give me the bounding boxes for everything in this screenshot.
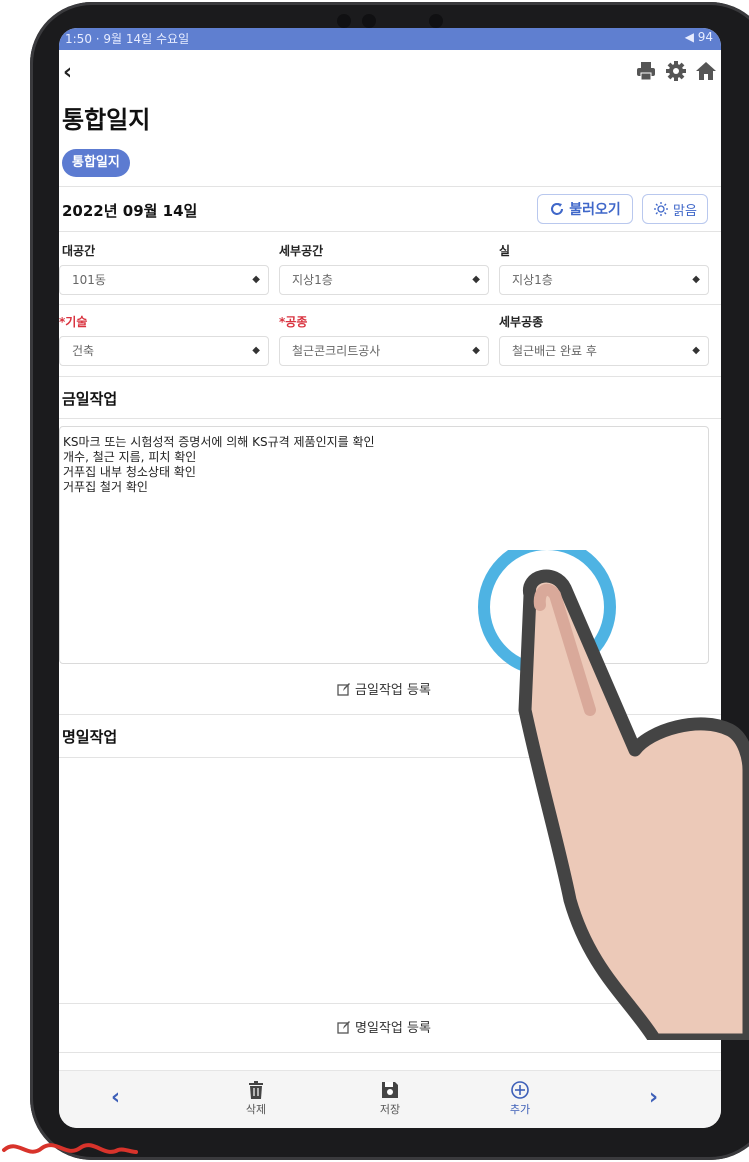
divider <box>59 1052 721 1053</box>
back-button[interactable]: ‹ <box>63 60 72 85</box>
label-room: 실 <box>499 244 511 258</box>
status-time: 1:50 · 9월 14일 수요일 <box>65 32 190 46</box>
room-select[interactable]: 지상1층 ◆ <box>499 265 709 295</box>
camera-dot <box>429 14 443 28</box>
prev-button[interactable]: ‹ <box>111 1085 120 1110</box>
plus-circle-icon <box>511 1081 529 1099</box>
today-work-line: 개수, 철근 지름, 피치 확인 <box>63 450 197 464</box>
tap-gesture-hand <box>478 550 749 1040</box>
divider <box>59 186 721 187</box>
label-sub-space: 세부공간 <box>279 244 324 258</box>
status-bar: 1:50 · 9월 14일 수요일 ◀ 94 <box>59 28 721 50</box>
sub-work-type-select[interactable]: 철근배근 완료 후 ◆ <box>499 336 709 366</box>
divider <box>59 376 721 377</box>
status-indicators: ◀ 94 <box>684 30 713 44</box>
print-icon[interactable] <box>635 60 657 82</box>
category-chip[interactable]: 통합일지 <box>62 149 130 177</box>
gear-icon[interactable] <box>665 60 687 82</box>
today-work-line: 거푸집 내부 청소상태 확인 <box>63 465 196 479</box>
weather-button[interactable]: 맑음 <box>642 194 708 224</box>
label-technology: *기술 <box>59 315 88 329</box>
today-work-line: KS마크 또는 시험성적 증명서에 의해 KS규격 제품인지를 확인 <box>63 435 375 449</box>
label-sub-work-type: 세부공종 <box>499 315 544 329</box>
delete-button[interactable]: 삭제 <box>226 1079 286 1117</box>
sub-space-select[interactable]: 지상1층 ◆ <box>279 265 489 295</box>
register-today-work-label: 금일작업 등록 <box>355 683 431 698</box>
save-button[interactable]: 저장 <box>360 1079 420 1117</box>
edit-icon <box>337 683 351 696</box>
sun-icon <box>654 202 669 216</box>
today-work-title: 금일작업 <box>62 390 118 408</box>
trash-icon <box>249 1081 263 1099</box>
save-label: 저장 <box>379 1103 401 1116</box>
journal-date[interactable]: 2022년 09월 14일 <box>62 200 197 221</box>
label-work-type: *공종 <box>279 315 308 329</box>
bottom-nav: ‹ 삭제 저장 추가 › <box>59 1070 721 1128</box>
decorative-squiggle <box>2 1143 138 1154</box>
next-button[interactable]: › <box>649 1085 658 1110</box>
label-main-space: 대공간 <box>62 244 96 258</box>
main-space-select[interactable]: 101동 ◆ <box>59 265 269 295</box>
add-button[interactable]: 추가 <box>490 1079 550 1117</box>
delete-label: 삭제 <box>245 1103 267 1116</box>
refresh-icon <box>551 203 564 215</box>
weather-button-label: 맑음 <box>673 203 697 219</box>
load-button[interactable]: 불러오기 <box>537 194 633 224</box>
work-type-select[interactable]: 철근콘크리트공사 ◆ <box>279 336 489 366</box>
home-icon[interactable] <box>695 60 717 82</box>
page-title: 통합일지 <box>62 106 151 134</box>
divider <box>59 418 721 419</box>
technology-select[interactable]: 건축 ◆ <box>59 336 269 366</box>
save-icon <box>382 1082 398 1098</box>
add-label: 추가 <box>509 1103 531 1116</box>
load-button-label: 불러오기 <box>569 202 621 218</box>
register-tomorrow-work-label: 명일작업 등록 <box>355 1021 431 1036</box>
edit-icon <box>337 1021 351 1034</box>
divider <box>59 304 721 305</box>
top-bar: ‹ <box>59 58 721 88</box>
camera-dot <box>362 14 376 28</box>
tomorrow-work-title: 명일작업 <box>62 728 118 746</box>
camera-dot <box>337 14 351 28</box>
divider <box>59 231 721 232</box>
today-work-line: 거푸집 철거 확인 <box>63 480 148 494</box>
